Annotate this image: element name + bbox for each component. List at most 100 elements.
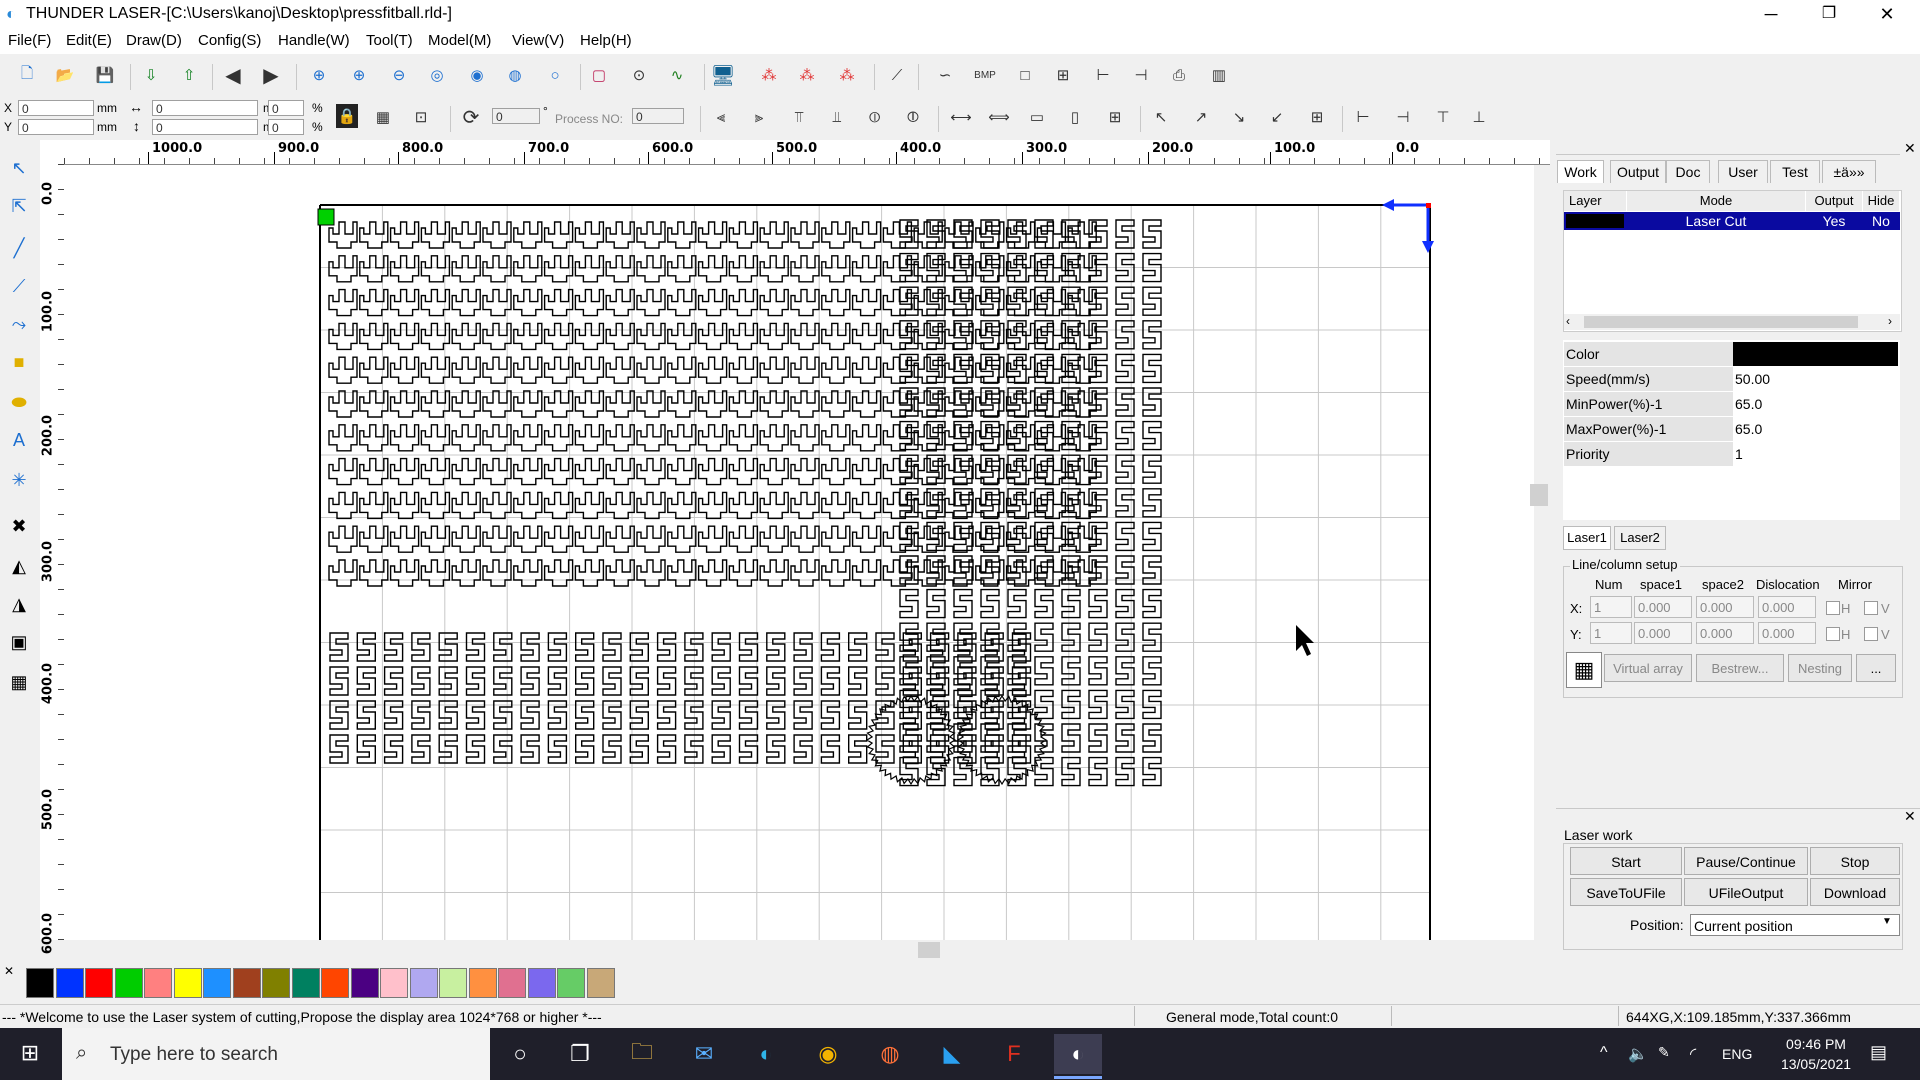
canvas-h-scroll-thumb[interactable] [918, 942, 940, 958]
menu-edit[interactable]: Edit(E) [66, 32, 112, 49]
pause-continue-button[interactable]: Pause/Continue [1684, 847, 1808, 875]
same-height-icon[interactable]: ▯ [1062, 104, 1088, 130]
tab-user[interactable]: User [1718, 160, 1768, 183]
network-icon[interactable]: ◜ [1690, 1044, 1696, 1064]
rotate-input[interactable]: 0 [492, 108, 540, 124]
save-icon[interactable]: 💾 [92, 62, 118, 88]
menu-help[interactable]: Help(H) [580, 32, 632, 49]
palette-swatch[interactable] [409, 968, 438, 998]
open-folder-icon[interactable]: 📂 [52, 62, 78, 88]
align-page-right-icon[interactable]: ⊣ [1390, 104, 1416, 130]
palette-swatch[interactable] [557, 968, 585, 998]
process-input[interactable]: 0 [632, 108, 684, 124]
array-icon[interactable]: ⁂ [756, 62, 782, 88]
chevron-down-icon[interactable]: ▼ [1882, 916, 1892, 927]
magic-wand-icon[interactable]: ⟋ [884, 62, 910, 88]
ellipse-tool-icon[interactable]: ⬬ [5, 388, 33, 416]
space-h-icon[interactable]: ⊢ [1090, 62, 1116, 88]
lc-y-mirror-h-checkbox[interactable] [1826, 627, 1840, 641]
menu-handle[interactable]: Handle(W) [278, 32, 350, 49]
ufile-output-button[interactable]: UFileOutput [1684, 878, 1808, 906]
grid-size-icon[interactable]: ▦ [370, 104, 396, 130]
tab-test[interactable]: Test [1770, 160, 1820, 183]
align-center-v-icon[interactable]: ⦶ [862, 104, 888, 130]
move-top-right-icon[interactable]: ↗ [1188, 104, 1214, 130]
close-button[interactable]: ✕ [1864, 0, 1910, 30]
input-method-icon[interactable]: ✎ [1658, 1044, 1670, 1061]
delete-tool-icon[interactable]: ✖ [5, 512, 33, 540]
prop-maxpower-value[interactable]: 65.0 [1733, 417, 1900, 441]
palette-swatch[interactable] [203, 968, 231, 998]
prop-minpower-value[interactable]: 65.0 [1733, 392, 1900, 416]
height-input[interactable]: 0 [152, 119, 258, 135]
save-to-ufile-button[interactable]: SaveToUFile [1570, 878, 1682, 906]
palette-close-icon[interactable]: ✕ [4, 964, 14, 978]
palette-swatch[interactable] [262, 968, 290, 998]
stop-button[interactable]: Stop [1810, 847, 1900, 875]
move-top-left-icon[interactable]: ↖ [1148, 104, 1174, 130]
space-v-icon[interactable]: ⊣ [1128, 62, 1154, 88]
move-center-icon[interactable]: ⊞ [1304, 104, 1330, 130]
monitor-icon[interactable]: 🖥 [710, 62, 736, 88]
polyline-tool-icon[interactable]: ⟋ [5, 272, 33, 300]
lc-y-num[interactable]: 1 [1590, 622, 1632, 644]
app-icon-fs[interactable]: F [990, 1034, 1038, 1074]
lc-x-dislocation[interactable]: 0.000 [1758, 596, 1816, 618]
bestrew-button[interactable]: Bestrew... [1696, 654, 1784, 682]
menu-tool[interactable]: Tool(T) [366, 32, 413, 49]
align-left-icon[interactable]: ⫷ [708, 104, 734, 130]
menu-view[interactable]: View(V) [512, 32, 564, 49]
app-icon-2[interactable]: ✉ [680, 1034, 728, 1074]
canvas-h-scrollbar[interactable] [64, 940, 1534, 958]
menu-config[interactable]: Config(S) [198, 32, 261, 49]
panel-close-icon[interactable]: ✕ [1904, 140, 1916, 157]
pan-zoom-icon[interactable]: ⊕ [306, 62, 332, 88]
zoom-out-icon[interactable]: ⊖ [386, 62, 412, 88]
palette-swatch[interactable] [321, 968, 349, 998]
lc-x-space2[interactable]: 0.000 [1696, 596, 1754, 618]
firefox-icon[interactable]: ◍ [866, 1034, 914, 1074]
tab-transform[interactable]: ±ä»» [1822, 160, 1876, 183]
palette-swatch[interactable] [380, 968, 408, 998]
zoom-all-icon[interactable]: ○ [542, 62, 568, 88]
move-bottom-left-icon[interactable]: ↙ [1264, 104, 1290, 130]
palette-swatch[interactable] [527, 968, 556, 998]
lc-x-num[interactable]: 1 [1590, 596, 1632, 618]
canvas-v-scrollbar[interactable] [1534, 165, 1550, 940]
align-page-left-icon[interactable]: ⊢ [1350, 104, 1376, 130]
menu-draw[interactable]: Draw(D) [126, 32, 182, 49]
virtual-array-button[interactable]: Virtual array [1604, 654, 1692, 682]
canvas-v-scroll-thumb[interactable] [1530, 484, 1548, 506]
layer-hide[interactable]: No [1863, 212, 1899, 230]
align-right-icon[interactable]: ⫸ [746, 104, 772, 130]
menu-model[interactable]: Model(M) [428, 32, 491, 49]
clock-date[interactable]: 13/05/2021 [1770, 1056, 1862, 1072]
tab-laser1[interactable]: Laser1 [1563, 526, 1611, 550]
zoom-in-icon[interactable]: ⊕ [346, 62, 372, 88]
chrome-icon[interactable]: ◉ [804, 1034, 852, 1074]
palette-swatch[interactable] [291, 968, 320, 998]
point-tool-icon[interactable]: ✳ [5, 466, 33, 494]
palette-swatch[interactable] [350, 968, 379, 998]
volume-icon[interactable]: 🔈 [1628, 1044, 1648, 1064]
image-tool-icon[interactable]: ▣ [5, 628, 33, 656]
lc-y-space1[interactable]: 0.000 [1634, 622, 1692, 644]
align-center-h-icon[interactable]: ⦷ [900, 104, 926, 130]
array-grid-icon[interactable]: ▦ [1566, 652, 1602, 688]
align-bottom-icon[interactable]: ⫫ [824, 104, 850, 130]
panel-icon[interactable]: ▥ [1206, 62, 1232, 88]
prop-color-value[interactable] [1733, 342, 1898, 366]
node-edit-tool-icon[interactable]: ⇱ [5, 192, 33, 220]
scroll-right-icon[interactable]: › [1888, 314, 1892, 328]
palette-swatch[interactable] [586, 968, 615, 998]
select-tool-icon[interactable]: ↖ [5, 154, 33, 182]
zoom-fit-icon[interactable]: ◍ [502, 62, 528, 88]
vscode-icon[interactable]: ◣ [928, 1034, 976, 1074]
tab-laser2[interactable]: Laser2 [1614, 526, 1666, 550]
tab-work[interactable]: Work [1557, 160, 1604, 183]
palette-swatch[interactable] [232, 968, 261, 998]
palette-swatch[interactable] [144, 968, 172, 998]
curve-icon[interactable]: ∽ [932, 62, 958, 88]
mirror-v-tool-icon[interactable]: ◮ [5, 590, 33, 618]
array3-icon[interactable]: ⁂ [834, 62, 860, 88]
